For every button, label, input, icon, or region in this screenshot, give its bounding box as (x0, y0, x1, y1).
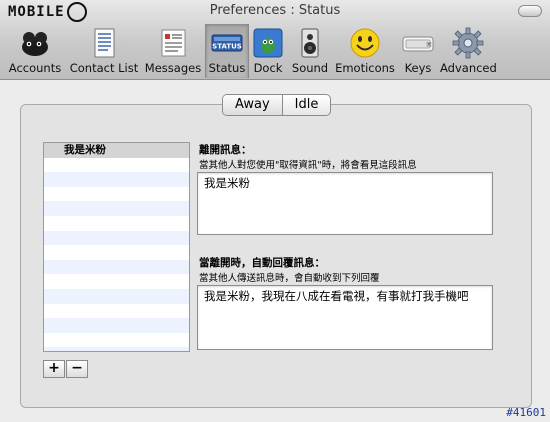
smiley-icon (349, 27, 381, 59)
messages-icon (157, 27, 189, 59)
toolbar-accounts[interactable]: Accounts (6, 24, 64, 78)
toolbar-emoticons[interactable]: Emoticons (334, 24, 396, 78)
add-status-button[interactable]: + (43, 360, 65, 378)
gear-icon (452, 27, 484, 59)
window-title: Preferences : Status (209, 3, 341, 18)
toolbar-label: Messages (144, 61, 202, 75)
remove-status-button[interactable]: − (66, 360, 88, 378)
toolbar-label: Advanced (440, 61, 497, 75)
status-icon-text: STATUS (212, 43, 242, 51)
speaker-icon (294, 27, 326, 59)
toolbar-sound[interactable]: Sound (289, 24, 331, 78)
window-chrome: MOBILE Preferences : Status Accounts Con… (0, 0, 550, 80)
status-message-list[interactable]: 我是米粉 (43, 142, 190, 352)
auto-reply-title: 當離開時，自動回覆訊息： (199, 257, 325, 269)
auto-reply-description: 當其他人傳送訊息時，會自動收到下列回覆 (199, 273, 380, 284)
toolbar-label: Status (208, 61, 246, 75)
list-item-empty (44, 201, 189, 216)
toolbar-keys[interactable]: ⌘ Keys (398, 24, 438, 78)
list-item-empty (44, 303, 189, 319)
toolbar-status[interactable]: STATUS Status (205, 24, 249, 78)
contact-list-icon (88, 27, 120, 59)
toolbar-dock[interactable]: Dock (250, 24, 286, 78)
away-message-field[interactable]: 我是米粉 (197, 172, 493, 235)
list-item-empty (44, 274, 189, 289)
toolbar-label: Emoticons (335, 61, 395, 75)
list-item-empty (44, 259, 189, 275)
list-item[interactable]: 我是米粉 (44, 143, 189, 158)
toolbar-messages[interactable]: Messages (144, 24, 202, 78)
list-item-empty (44, 318, 189, 333)
toolbar-advanced[interactable]: Advanced (440, 24, 497, 78)
watermark-tag: #41601 (506, 406, 546, 419)
list-item-empty (44, 347, 189, 351)
tab-idle[interactable]: Idle (283, 95, 331, 115)
toolbar-label: Accounts (8, 61, 62, 75)
dock-icon (252, 27, 284, 59)
toolbar: Accounts Contact List Messages STATUS St… (0, 24, 550, 78)
auto-reply-field[interactable]: 我是米粉，我現在八成在看電視，有事就打我手機吧 (197, 285, 493, 350)
toolbar-label: Sound (291, 61, 329, 75)
status-icon: STATUS (211, 27, 243, 59)
list-item-empty (44, 157, 189, 173)
toolbar-label: Contact List (69, 61, 139, 75)
list-item-empty (44, 215, 189, 231)
away-message-title: 離開訊息： (199, 144, 252, 156)
keyboard-icon: ⌘ (402, 27, 434, 59)
toolbar-contact-list[interactable]: Contact List (68, 24, 140, 78)
away-message-description: 當其他人對您使用"取得資訊"時，將會看見這段訊息 (199, 160, 417, 171)
list-item-empty (44, 332, 189, 348)
list-item-empty (44, 186, 189, 202)
toolbar-label: Dock (253, 61, 283, 75)
accounts-icon (19, 27, 51, 59)
list-item-empty (44, 172, 189, 187)
toolbar-label: Keys (404, 61, 432, 75)
title-bar: MOBILE Preferences : Status (0, 0, 550, 22)
list-item-empty (44, 245, 189, 260)
status-type-tabs: Away Idle (222, 94, 332, 116)
list-item-empty (44, 230, 189, 246)
list-item-empty (44, 288, 189, 304)
svg-text:⌘: ⌘ (426, 42, 432, 49)
toolbar-toggle-button[interactable] (518, 5, 542, 17)
tab-away[interactable]: Away (223, 95, 283, 115)
